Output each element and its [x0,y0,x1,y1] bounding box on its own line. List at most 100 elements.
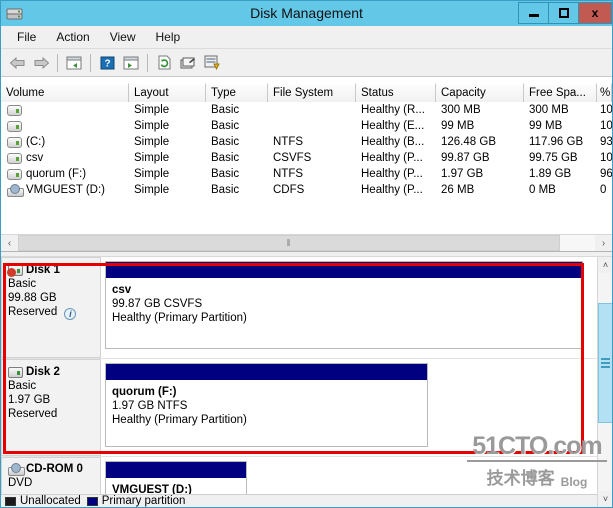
scroll-down-arrow-icon[interactable]: ˅ [598,491,612,507]
unallocated-swatch-icon [5,496,16,506]
column-header-capacity[interactable]: Capacity [436,83,524,102]
menu-file[interactable]: File [7,27,46,47]
rescan-disks-icon[interactable] [200,51,224,75]
cell-volume: csv [26,152,44,164]
cell-file-system: CDFS [273,184,305,196]
cell-capacity: 26 MB [441,184,475,196]
disk-state: Reserved [8,408,58,420]
disk-panel-disk-2[interactable]: Disk 2 Basic 1.97 GB Reserved quorum (F:… [1,359,597,457]
disk-panel-cdrom-0[interactable]: CD-ROM 0 DVD VMGUEST (D:) [1,457,597,501]
volume-list[interactable]: Simple Basic Healthy (R... 300 MB 300 MB… [1,102,612,198]
disk-1-partitions: csv 99.87 GB CSVFS Healthy (Primary Part… [101,257,597,358]
toolbar-separator [147,53,148,72]
drive-icon [7,136,22,148]
svg-text:?: ? [104,58,110,69]
column-header-percent[interactable]: % [597,83,612,102]
horizontal-scrollbar[interactable]: ‹ ⦀ › [1,234,612,251]
minimize-button[interactable] [518,2,548,24]
disk-panel-disk-1[interactable]: Disk 1 Basic 99.88 GB Reserved i csv 99.… [1,257,597,359]
disk-info-disk-1[interactable]: Disk 1 Basic 99.88 GB Reserved i [1,257,101,358]
cell-status: Healthy (B... [361,136,425,148]
legend-item-primary-partition: Primary partition [86,495,185,507]
volume-list-header: Volume Layout Type File System Status Ca… [1,83,612,102]
refresh-icon[interactable] [152,51,176,75]
cell-status: Healthy (R... [361,104,425,116]
forward-arrow-icon[interactable] [29,51,53,75]
disk-name: Disk 1 [26,264,60,276]
cell-percent: 0 [600,184,607,196]
legend: Unallocated Primary partition [1,494,597,507]
scroll-right-arrow-icon[interactable]: › [595,235,612,251]
cell-free-space: 1.89 GB [529,168,572,180]
cell-capacity: 126.48 GB [441,136,496,148]
menu-action[interactable]: Action [46,27,99,47]
show-hide-action-pane-icon[interactable] [119,51,143,75]
disk-management-window: Disk Management x File Action View Help [0,0,613,508]
column-header-status[interactable]: Status [356,83,436,102]
properties-icon[interactable] [176,51,200,75]
cell-percent: 10 [600,120,612,132]
scroll-up-arrow-icon[interactable]: ˄ [598,257,612,273]
cell-type: Basic [211,104,240,116]
menu-view[interactable]: View [100,27,146,47]
title-bar: Disk Management x [1,1,612,26]
maximize-icon [558,8,569,18]
cell-layout: Simple [134,152,170,164]
legend-label: Unallocated [20,495,81,507]
cdrom-0-empty-area [251,461,593,492]
maximize-button[interactable] [548,2,578,24]
cell-type: Basic [211,152,240,164]
legend-item-unallocated: Unallocated [5,495,81,507]
help-icon[interactable]: ? [95,51,119,75]
cell-file-system [268,118,356,134]
show-hide-console-tree-icon[interactable] [62,51,86,75]
vertical-scrollbar[interactable]: ˄ ˅ [597,257,612,507]
window-controls: x [518,2,612,24]
cell-percent: 93 [600,136,612,148]
column-header-layout[interactable]: Layout [129,83,206,102]
disk-size: 99.88 GB [8,292,57,304]
minimize-icon [528,14,539,17]
table-row[interactable]: (C:) Simple Basic NTFS Healthy (B... 126… [1,134,612,150]
horizontal-scroll-thumb[interactable]: ⦀ [18,235,560,251]
partition-quorum[interactable]: quorum (F:) 1.97 GB NTFS Healthy (Primar… [105,363,428,447]
column-header-type[interactable]: Type [206,83,268,102]
disk-2-partitions: quorum (F:) 1.97 GB NTFS Healthy (Primar… [101,359,597,456]
cell-layout: Simple [134,136,170,148]
cell-capacity: 300 MB [441,104,481,116]
back-arrow-icon[interactable] [5,51,29,75]
disk-error-icon [7,264,23,277]
cell-percent: 10 [600,104,612,116]
table-row[interactable]: Simple Basic Healthy (E... 99 MB 99 MB 1… [1,118,612,134]
table-row[interactable]: quorum (F:) Simple Basic NTFS Healthy (P… [1,166,612,182]
horizontal-scroll-track[interactable]: ⦀ [18,235,595,251]
cell-type: Basic [211,120,240,132]
disk-info-disk-2[interactable]: Disk 2 Basic 1.97 GB Reserved [1,359,101,456]
table-row[interactable]: csv Simple Basic CSVFS Healthy (P... 99.… [1,150,612,166]
scroll-left-arrow-icon[interactable]: ‹ [1,235,18,251]
column-header-file-system[interactable]: File System [268,83,356,102]
cell-percent: 10 [600,152,612,164]
partition-size-fs: 1.97 GB NTFS [112,400,188,412]
cell-percent: 96 [600,168,612,180]
table-row[interactable]: Simple Basic Healthy (R... 300 MB 300 MB… [1,102,612,118]
column-header-volume[interactable]: Volume [1,83,129,102]
cell-layout: Simple [134,168,170,180]
menu-help[interactable]: Help [146,27,191,47]
cell-capacity: 1.97 GB [441,168,484,180]
menu-bar: File Action View Help [1,26,612,49]
partition-name: quorum (F:) [112,386,177,398]
info-icon[interactable]: i [64,308,77,320]
partition-status: Healthy (Primary Partition) [112,312,247,324]
table-row[interactable]: VMGUEST (D:) Simple Basic CDFS Healthy (… [1,182,612,198]
partition-csv[interactable]: csv 99.87 GB CSVFS Healthy (Primary Part… [105,261,583,349]
partition-name: csv [112,284,132,296]
close-button[interactable]: x [578,2,612,24]
partition-capacity-bar [106,262,582,279]
disk-2-empty-area [432,363,593,452]
vertical-scroll-thumb[interactable] [598,303,612,423]
column-header-free-space[interactable]: Free Spa... [524,83,597,102]
cell-status: Healthy (E... [361,120,425,132]
disk-info-cdrom-0[interactable]: CD-ROM 0 DVD [1,457,101,496]
scroll-grip-icon: ⦀ [286,237,292,248]
